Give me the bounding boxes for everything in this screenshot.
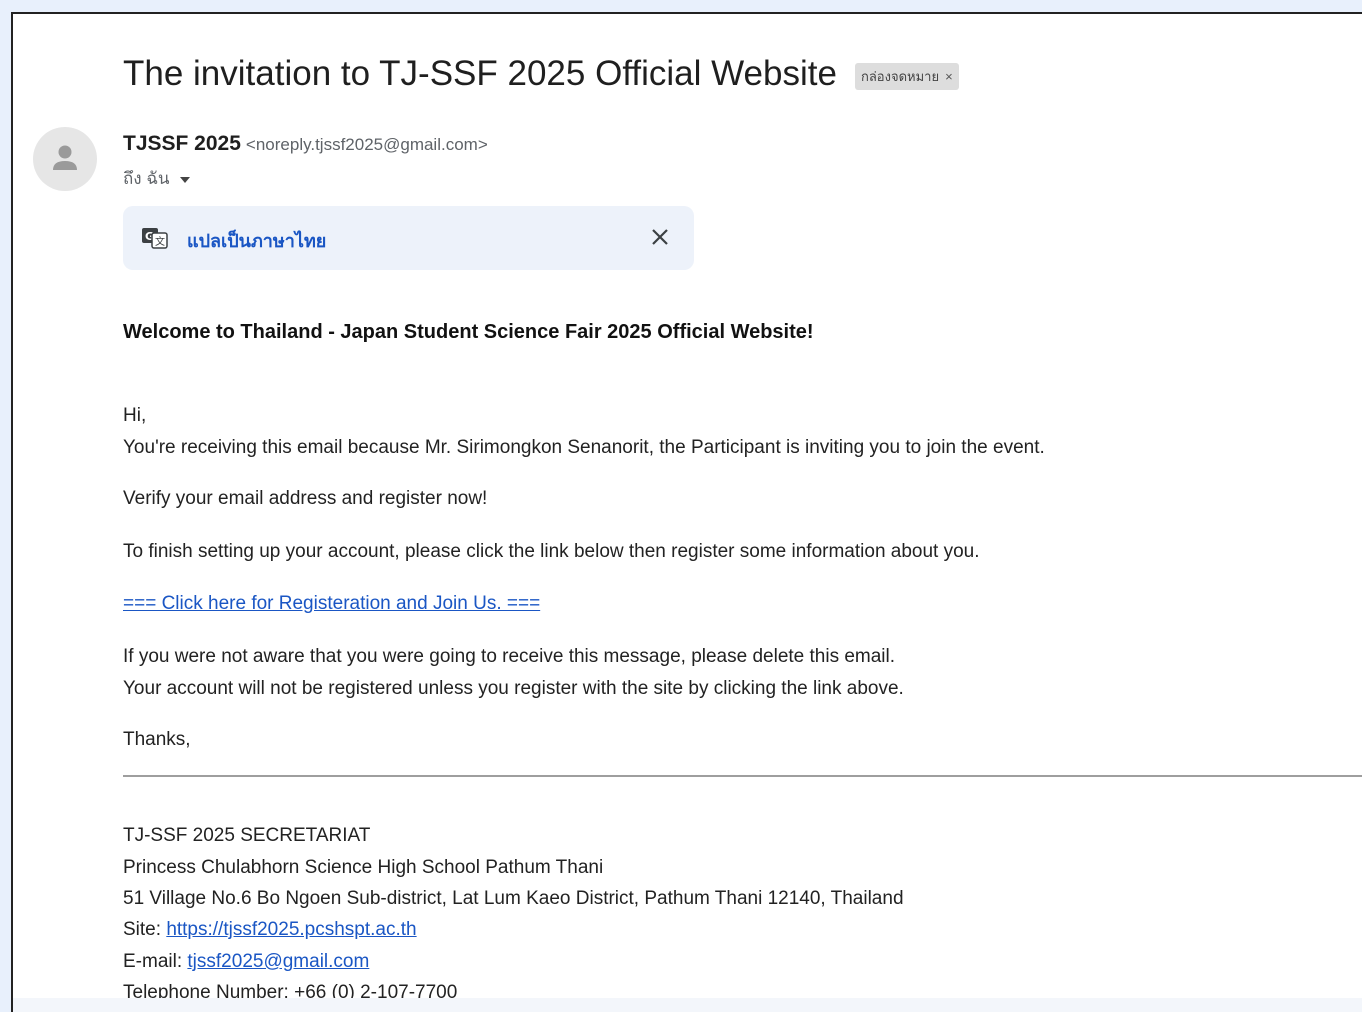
finish-text: To finish setting up your account, pleas… — [123, 541, 980, 562]
recipient-toggle[interactable]: ถึง ฉัน — [123, 165, 190, 192]
signature-site: Site: https://tjssf2025.pcshspt.ac.th — [123, 919, 417, 941]
translate-link[interactable]: แปลเป็นภาษาไทย — [187, 226, 326, 255]
signature-email: E-mail: tjssf2025@gmail.com — [123, 951, 369, 973]
welcome-heading: Welcome to Thailand - Japan Student Scie… — [123, 321, 814, 343]
not-aware-text: If you were not aware that you were goin… — [123, 646, 896, 667]
signature-school: Princess Chulabhorn Science High School … — [123, 857, 604, 878]
email-link[interactable]: tjssf2025@gmail.com — [187, 951, 369, 972]
sender-avatar[interactable] — [33, 127, 97, 191]
verify-text: Verify your email address and register n… — [123, 488, 488, 509]
translate-icon: G 文 — [142, 228, 168, 249]
inbox-label-chip[interactable]: กล่องจดหมาย × — [854, 62, 959, 90]
inbox-label-text: กล่องจดหมาย — [860, 68, 940, 84]
sender-email: <noreply.tjssf2025@gmail.com> — [245, 135, 488, 154]
translate-bar: G 文 แปลเป็นภาษาไทย — [123, 206, 694, 270]
register-link[interactable]: === Click here for Registeration and Joi… — [123, 593, 540, 615]
email-subject: The invitation to TJ-SSF 2025 Official W… — [123, 54, 837, 93]
invite-text: You're receiving this email because Mr. … — [123, 437, 1045, 458]
site-link[interactable]: https://tjssf2025.pcshspt.ac.th — [166, 919, 416, 940]
subject-row: The invitation to TJ-SSF 2025 Official W… — [123, 54, 959, 94]
thanks-text: Thanks, — [123, 729, 191, 750]
email-view: The invitation to TJ-SSF 2025 Official W… — [11, 12, 1362, 1012]
sender-name[interactable]: TJSSF 2025 — [123, 132, 241, 155]
not-registered-text: Your account will not be registered unle… — [123, 678, 904, 699]
signature-address: 51 Village No.6 Bo Ngoen Sub-district, L… — [123, 888, 904, 909]
greeting-text: Hi, — [123, 405, 147, 426]
caret-down-icon[interactable] — [179, 176, 190, 183]
site-label: Site: — [123, 919, 167, 940]
sender-line: TJSSF 2025 <noreply.tjssf2025@gmail.com> — [123, 132, 488, 156]
person-icon — [53, 145, 77, 170]
svg-text:文: 文 — [155, 235, 165, 248]
recipient-text: ถึง ฉัน — [123, 169, 170, 188]
signature-org: TJ-SSF 2025 SECRETARIAT — [123, 825, 371, 846]
remove-label-button[interactable]: × — [945, 69, 953, 84]
signature-divider — [123, 775, 1362, 777]
close-icon[interactable] — [647, 224, 673, 250]
bottom-strip — [13, 998, 1362, 1012]
email-label: E-mail: — [123, 951, 188, 972]
